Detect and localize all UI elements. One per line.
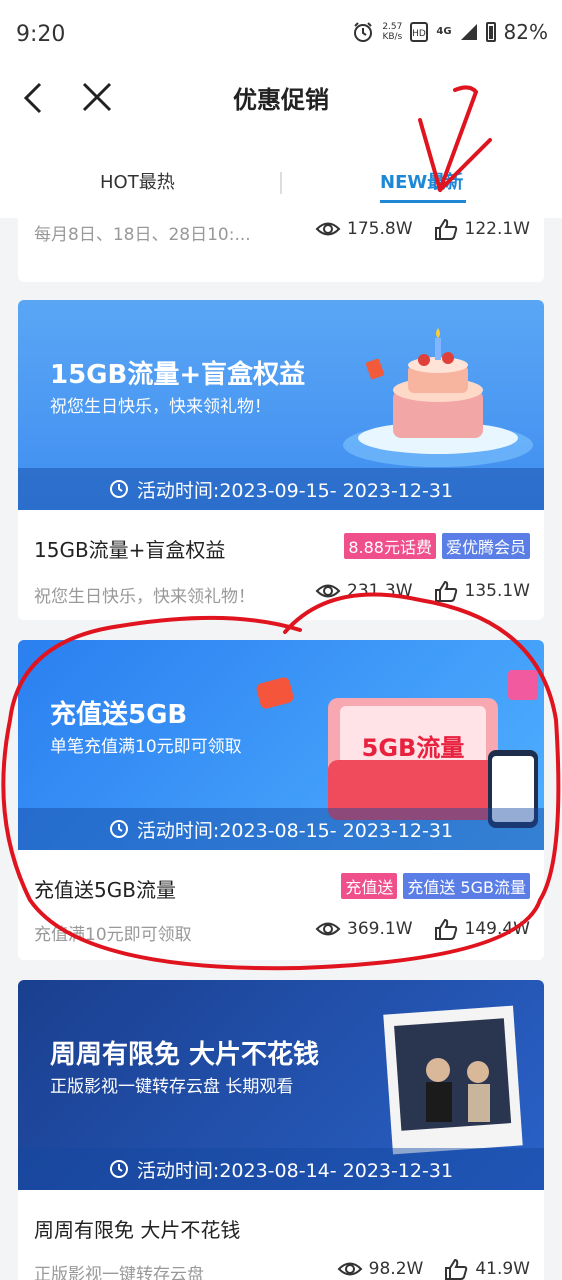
eye-icon — [337, 1262, 363, 1276]
view-count: 231.3W — [347, 581, 413, 601]
banner-graphic-text: 5GB流量 — [362, 734, 465, 762]
card-description: 充值满10元即可领取 — [34, 925, 192, 945]
page-title: 优惠促销 — [233, 86, 329, 114]
activity-period-text: 活动时间:2023-08-14- 2023-12-31 — [136, 1159, 454, 1182]
card-title: 15GB流量+盲盒权益 — [34, 538, 226, 562]
active-tab-indicator — [380, 200, 466, 203]
card-description: 正版影视一键转存云盘 — [34, 1265, 204, 1280]
tab-bar: HOT最热 NEW最新 — [0, 130, 562, 218]
network-type: 4G — [436, 26, 452, 37]
promo-card-recharge-5gb[interactable]: 5GB流量 充值送5GB 单笔充值满10元即可领取 活动时间:2023-08-1… — [18, 640, 544, 960]
status-bar: 9:20 2.57 KB/s HD 4G 82% — [0, 0, 562, 70]
eye-icon — [315, 584, 341, 598]
thumbs-up-icon — [434, 218, 457, 240]
card-description: 每月8日、18日、28日10:... — [34, 225, 251, 245]
promo-card-birthday-monthly[interactable]: 每月8日、18日、28日10:... 175.8W 122.1W — [18, 218, 544, 282]
header-bar: 优惠促销 — [0, 70, 562, 130]
hd-icon: HD — [410, 22, 429, 42]
view-count: 98.2W — [368, 1259, 424, 1279]
thumbs-up-icon — [434, 580, 457, 602]
view-count: 369.1W — [347, 919, 413, 939]
tab-new[interactable]: NEW最新 — [380, 168, 463, 194]
svg-text:HD: HD — [413, 29, 427, 39]
thumbs-up-icon — [434, 918, 457, 940]
tab-hot[interactable]: HOT最热 — [100, 168, 175, 194]
network-speed: 2.57 KB/s — [382, 22, 403, 42]
tag-phone-credit: 8.88元话费 — [344, 533, 436, 559]
clock-icon — [109, 820, 128, 838]
banner-subtitle: 正版影视一键转存云盘 长期观看 — [50, 1077, 294, 1097]
status-time: 9:20 — [16, 22, 66, 47]
card-banner[interactable]: 15GB流量+盲盒权益 祝您生日快乐，快来领礼物！ 活动时间:2023-09-1… — [18, 300, 544, 510]
promo-list[interactable]: 每月8日、18日、28日10:... 175.8W 122.1W 15GB流量+… — [0, 218, 562, 1280]
card-banner[interactable]: 5GB流量 充值送5GB 单笔充值满10元即可领取 活动时间:2023-08-1… — [18, 640, 544, 850]
clock-icon — [109, 1160, 128, 1178]
activity-period-text: 活动时间:2023-08-15- 2023-12-31 — [136, 819, 454, 842]
card-banner[interactable]: 周周有限免 大片不花钱 正版影视一键转存云盘 长期观看 活动时间:2023-08… — [18, 980, 544, 1190]
card-title: 充值送5GB流量 — [34, 878, 176, 902]
card-title: 周周有限免 大片不花钱 — [34, 1218, 241, 1242]
card-description: 祝您生日快乐，快来领礼物！ — [34, 587, 255, 607]
like-count: 135.1W — [464, 581, 530, 601]
movie-poster-illustration — [383, 1005, 523, 1155]
view-count: 175.8W — [347, 219, 413, 239]
activity-period-text: 活动时间:2023-09-15- 2023-12-31 — [136, 479, 454, 502]
activity-period: 活动时间:2023-08-15- 2023-12-31 — [18, 808, 544, 850]
tag-membership: 爱优腾会员 — [441, 533, 530, 559]
like-count: 149.4W — [464, 919, 530, 939]
tag-recharge-5gb: 充值送 5GB流量 — [403, 873, 530, 899]
like-count: 41.9W — [475, 1259, 530, 1279]
birthday-cake-illustration — [343, 328, 533, 467]
eye-icon — [315, 922, 341, 936]
banner-subtitle: 祝您生日快乐，快来领礼物！ — [50, 397, 271, 417]
banner-title: 15GB流量+盲盒权益 — [50, 360, 306, 390]
clock-icon — [109, 480, 128, 498]
promo-card-15gb[interactable]: 15GB流量+盲盒权益 祝您生日快乐，快来领礼物！ 活动时间:2023-09-1… — [18, 300, 544, 620]
tag-recharge: 充值送 — [341, 873, 398, 899]
thumbs-up-icon — [445, 1258, 468, 1280]
activity-period: 活动时间:2023-08-14- 2023-12-31 — [18, 1148, 544, 1190]
alarm-icon — [354, 22, 373, 42]
signal-icon — [460, 24, 477, 40]
banner-subtitle: 单笔充值满10元即可领取 — [50, 737, 242, 757]
5gb-envelope-illustration: 5GB流量 — [256, 670, 538, 828]
promo-card-weekly-movies[interactable]: 周周有限免 大片不花钱 正版影视一键转存云盘 长期观看 活动时间:2023-08… — [18, 980, 544, 1280]
eye-icon — [315, 222, 341, 236]
activity-period: 活动时间:2023-09-15- 2023-12-31 — [18, 468, 544, 510]
battery-level: 82% — [503, 20, 548, 44]
banner-title: 充值送5GB — [50, 700, 188, 730]
like-count: 122.1W — [464, 219, 530, 239]
battery-icon — [485, 22, 496, 42]
banner-title: 周周有限免 大片不花钱 — [50, 1040, 320, 1070]
tab-divider — [280, 172, 282, 194]
